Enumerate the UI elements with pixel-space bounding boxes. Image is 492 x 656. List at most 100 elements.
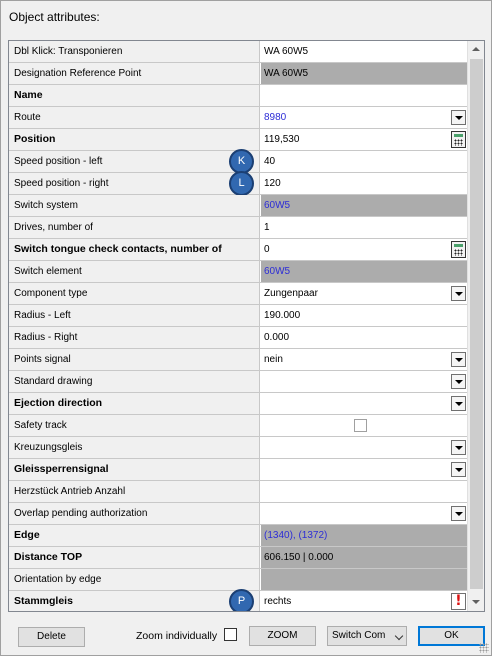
attribute-value-text: 0.000 [264,332,290,343]
attribute-value[interactable]: 60W5 [261,195,468,216]
attribute-value[interactable] [261,85,468,106]
grid-vertical-scrollbar[interactable] [467,41,484,611]
zoom-individually-label: Zoom individually [136,630,218,642]
calculator-icon[interactable] [451,131,466,148]
delete-button[interactable]: Delete [18,627,85,647]
attribute-row[interactable]: Switch system 60W5 [9,195,468,217]
attribute-row[interactable]: Radius - Right 0.000 [9,327,468,349]
attribute-value-text: 119,530 [264,134,300,145]
attribute-value[interactable]: 40 [261,151,468,172]
attribute-value[interactable] [261,371,468,392]
switch-select-value: Switch Com [332,630,386,641]
attribute-row[interactable]: Edge (1340), (1372) [9,525,468,547]
attribute-value[interactable] [261,481,468,502]
attribute-grid-rows: Dbl Klick: Transponieren WA 60W5 Designati… [9,41,468,611]
attribute-row[interactable]: Route 8980 [9,107,468,129]
chevron-down-icon[interactable] [451,440,466,455]
object-attributes-window: Object attributes: Dbl Klick: Transponie… [0,0,492,656]
chevron-down-icon[interactable] [451,286,466,301]
attribute-value[interactable]: Zungenpaar [261,283,468,304]
switch-select[interactable]: Switch Com [327,626,407,646]
attribute-value[interactable]: 119,530 [261,129,468,150]
attribute-grid[interactable]: Dbl Klick: Transponieren WA 60W5 Designati… [8,40,485,612]
attribute-value-text: 190.000 [264,310,301,321]
annotation-badge: P [229,589,254,611]
attribute-value[interactable]: 0.000 [261,327,468,348]
attribute-value[interactable] [261,437,468,458]
scroll-thumb[interactable] [470,59,483,589]
attribute-row[interactable]: Stammgleis rechts! P [9,589,468,611]
attribute-row[interactable]: Radius - Left 190.000 [9,305,468,327]
scroll-down-arrow-icon[interactable] [468,594,484,611]
attribute-row[interactable]: Switch tongue check contacts, number of 0 [9,239,468,261]
attribute-row[interactable]: Ejection direction [9,393,468,415]
attribute-value-text: 1 [264,222,270,233]
attribute-value-text: WA 60W5 [264,46,309,57]
attribute-value[interactable] [261,459,468,480]
attribute-value-text: 40 [264,156,276,167]
attribute-row[interactable]: Safety track [9,415,468,437]
attribute-label: Distance TOP [9,547,260,568]
attribute-row[interactable]: Designation Reference Point WA 60W5 [9,63,468,85]
attribute-label: Kreuzungsgleis [9,437,260,458]
attribute-value[interactable] [261,415,468,436]
chevron-down-icon[interactable] [451,506,466,521]
chevron-down-icon[interactable] [451,462,466,477]
attribute-value-text: WA 60W5 [264,68,309,79]
attribute-row[interactable]: Speed position - right 120 L [9,171,468,196]
attribute-value-text: 8980 [264,112,287,123]
attribute-value-text: 60W5 [264,266,291,277]
attribute-label: Overlap pending authorization [9,503,260,524]
attribute-label: Route [9,107,260,128]
attribute-value[interactable]: 190.000 [261,305,468,326]
attribute-value[interactable]: 120 [261,173,468,194]
attribute-value[interactable] [261,393,468,414]
attribute-value[interactable]: nein [261,349,468,370]
attribute-value[interactable]: rechts! [261,591,468,611]
exclamation-icon[interactable]: ! [451,593,466,610]
attribute-value[interactable]: 0 [261,239,468,260]
attribute-row[interactable]: Orientation by edge [9,569,468,591]
attribute-value-text: (1340), (1372) [264,530,328,541]
chevron-down-icon[interactable] [451,374,466,389]
attribute-row[interactable]: Switch element 60W5 [9,261,468,283]
chevron-down-icon[interactable] [451,396,466,411]
attribute-row[interactable]: Drives, number of 1 [9,217,468,239]
attribute-row[interactable]: Speed position - left 40 K [9,149,468,174]
attribute-label: Dbl Klick: Transponieren [9,41,260,62]
attribute-row[interactable]: Overlap pending authorization [9,503,468,525]
attribute-row[interactable]: Component type Zungenpaar [9,283,468,305]
safety-track-checkbox[interactable] [354,419,367,432]
attribute-value[interactable] [261,569,468,590]
attribute-value[interactable]: 1 [261,217,468,238]
attribute-row[interactable]: Points signal nein [9,349,468,371]
ok-button[interactable]: OK [418,626,485,646]
attribute-value[interactable]: WA 60W5 [261,41,468,62]
calculator-icon[interactable] [451,241,466,258]
attribute-row[interactable]: Standard drawing [9,371,468,393]
zoom-button[interactable]: ZOOM [249,626,316,646]
attribute-value[interactable]: (1340), (1372) [261,525,468,546]
zoom-individually-checkbox[interactable] [224,628,237,641]
attribute-value[interactable]: WA 60W5 [261,63,468,84]
attribute-row[interactable]: Name [9,85,468,107]
attribute-row[interactable]: Gleissperrensignal [9,459,468,481]
attribute-label: Gleissperrensignal [9,459,260,480]
attribute-row[interactable]: Dbl Klick: Transponieren WA 60W5 [9,41,468,63]
chevron-down-icon[interactable] [451,110,466,125]
attribute-row[interactable]: Herzstück Antrieb Anzahl [9,481,468,503]
attribute-label: Speed position - right [9,173,260,194]
attribute-row[interactable]: Distance TOP 606.150 | 0.000 [9,547,468,569]
annotation-badge: L [229,171,254,196]
scroll-up-arrow-icon[interactable] [468,41,484,58]
attribute-value[interactable]: 8980 [261,107,468,128]
chevron-down-icon[interactable] [451,352,466,367]
attribute-row[interactable]: Position 119,530 [9,129,468,151]
resize-grip-icon[interactable] [479,643,489,653]
attribute-label: Edge [9,525,260,546]
attribute-value[interactable] [261,503,468,524]
attribute-value[interactable]: 60W5 [261,261,468,282]
attribute-row[interactable]: Kreuzungsgleis [9,437,468,459]
attribute-value[interactable]: 606.150 | 0.000 [261,547,468,568]
attribute-label: Radius - Right [9,327,260,348]
